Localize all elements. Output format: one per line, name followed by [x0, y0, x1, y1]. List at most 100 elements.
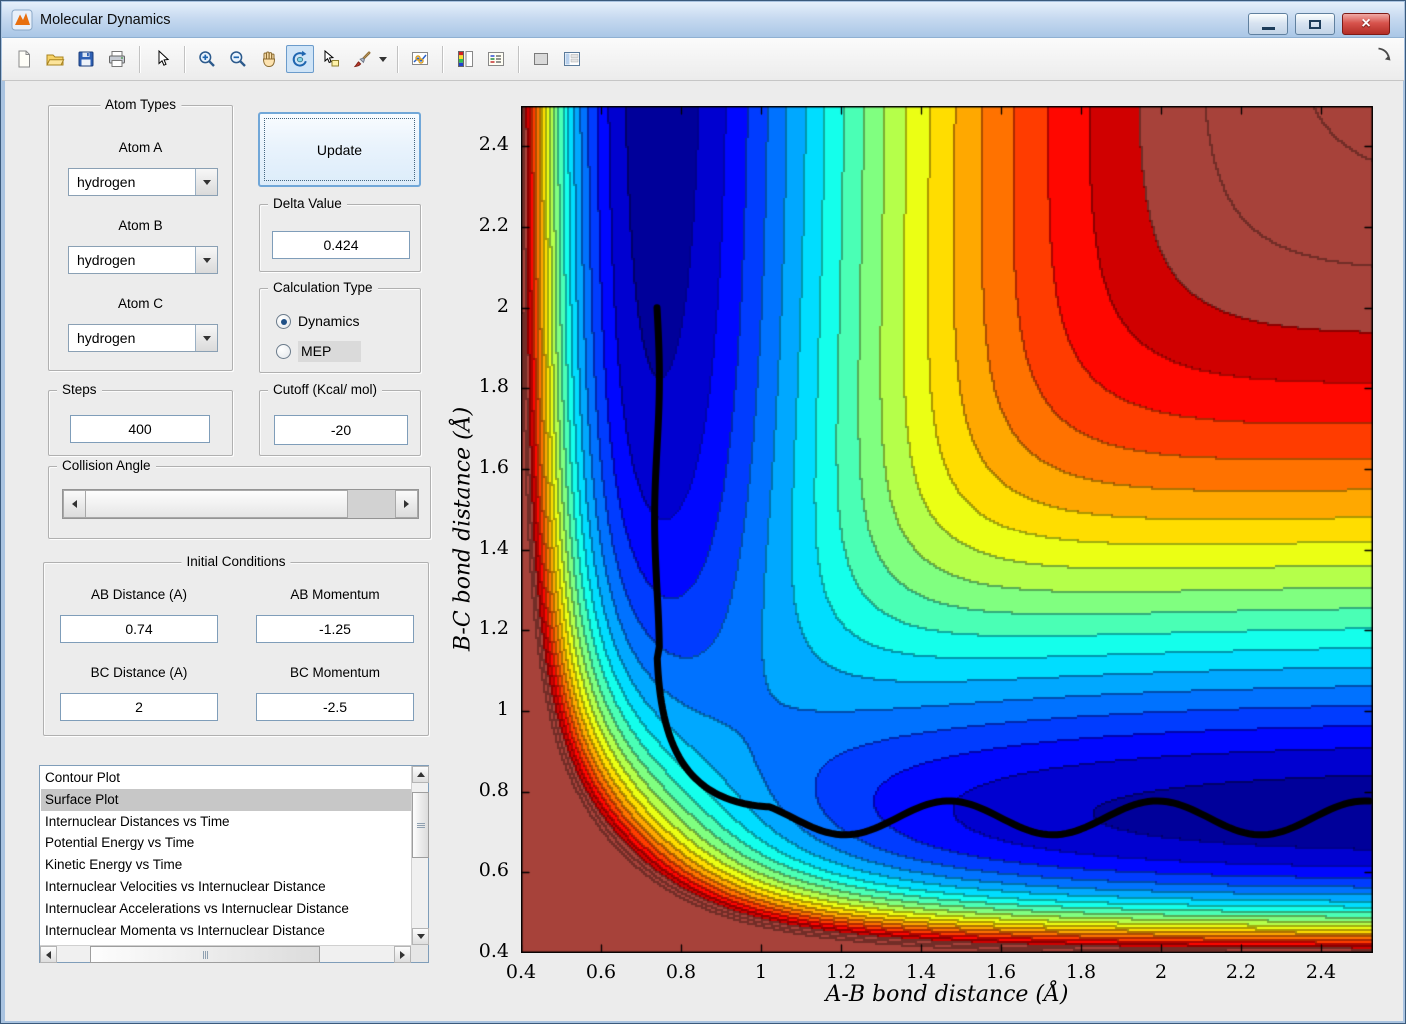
list-item[interactable]: Internuclear Distances vs Time — [41, 811, 411, 833]
steps-panel: Steps — [48, 382, 233, 456]
insert-legend-button[interactable] — [482, 45, 510, 73]
x-tick-label: 2.2 — [1225, 961, 1257, 983]
new-figure-button[interactable] — [10, 45, 38, 73]
insert-colorbar-button[interactable] — [451, 45, 479, 73]
list-item-selected[interactable]: Surface Plot — [41, 788, 411, 811]
plot-type-listbox: Contour Plot Surface Plot Internuclear D… — [39, 765, 429, 963]
zoom-out-button[interactable] — [224, 45, 252, 73]
horizontal-scroll-thumb[interactable] — [90, 946, 320, 963]
vertical-scroll-thumb[interactable] — [412, 792, 429, 858]
maximize-button[interactable] — [1295, 13, 1335, 35]
atom-c-dropdown[interactable]: hydrogen — [68, 324, 218, 352]
new-document-icon — [18, 50, 30, 68]
vertical-scrollbar[interactable] — [411, 766, 429, 945]
brush-dropdown-button[interactable] — [376, 45, 389, 73]
list-item[interactable]: Contour Plot — [41, 767, 411, 789]
scrollbar-corner — [411, 945, 428, 962]
radio-unselected-icon — [276, 344, 291, 359]
radio-mep-label: MEP — [298, 341, 362, 362]
delta-value-title: Delta Value — [268, 196, 347, 211]
x-tick-label: 1.4 — [905, 961, 937, 983]
slider-right-arrow[interactable] — [395, 490, 418, 518]
pan-button[interactable] — [255, 45, 283, 73]
colorbar-icon — [458, 51, 473, 67]
arrow-right-icon — [400, 950, 405, 959]
edit-plot-button[interactable] — [148, 45, 176, 73]
atom-b-label: Atom B — [118, 218, 163, 233]
bc-momentum-field[interactable] — [256, 693, 414, 721]
x-tick-label: 1 — [754, 961, 768, 983]
atom-b-dropdown[interactable]: hydrogen — [68, 246, 218, 274]
hide-plot-tools-button[interactable] — [527, 45, 555, 73]
atom-types-title: Atom Types — [99, 97, 182, 112]
dropdown-button[interactable] — [195, 325, 217, 351]
matlab-app-icon — [11, 9, 33, 30]
x-tick-label: 1.6 — [985, 961, 1017, 983]
steps-title: Steps — [57, 382, 102, 397]
x-axis-label: A-B bond distance (Å) — [825, 982, 1069, 1007]
list-item[interactable]: Internuclear Momenta vs Internuclear Dis… — [41, 920, 411, 942]
chevron-down-icon — [202, 179, 211, 185]
show-plot-tools-button[interactable] — [558, 45, 586, 73]
ab-momentum-field[interactable] — [256, 615, 414, 643]
y-axis-label: B-C bond distance (Å) — [450, 406, 476, 652]
chevron-down-icon — [202, 335, 211, 341]
dock-figure-button[interactable] — [1375, 45, 1393, 68]
radio-dynamics[interactable]: Dynamics — [276, 313, 359, 329]
print-figure-button[interactable] — [103, 45, 131, 73]
minimize-button[interactable] — [1248, 13, 1288, 35]
list-item[interactable]: Internuclear Velocities vs Internuclear … — [41, 876, 411, 898]
update-button[interactable]: Update — [258, 112, 421, 187]
contour-plot-canvas[interactable] — [521, 106, 1373, 953]
link-plot-icon — [412, 52, 428, 65]
dock-arrow-icon — [1378, 47, 1391, 61]
rotate-3d-icon — [292, 50, 307, 67]
save-figure-button[interactable] — [72, 45, 100, 73]
link-plot-button[interactable] — [406, 45, 434, 73]
atom-a-value: hydrogen — [77, 174, 136, 190]
list-item[interactable]: Internuclear Accelerations vs Internucle… — [41, 898, 411, 920]
x-tick-label: 2.4 — [1305, 961, 1337, 983]
slider-thumb[interactable] — [86, 490, 348, 518]
scroll-left-button[interactable] — [40, 946, 57, 963]
scroll-down-button[interactable] — [412, 928, 429, 945]
atom-a-label: Atom A — [118, 140, 163, 155]
data-cursor-button[interactable] — [317, 45, 345, 73]
dropdown-button[interactable] — [195, 169, 217, 195]
cutoff-panel: Cutoff (Kcal/ mol) — [259, 382, 421, 456]
cutoff-field[interactable] — [274, 415, 408, 445]
x-tick-label: 0.6 — [585, 961, 617, 983]
ab-distance-field[interactable] — [60, 615, 218, 643]
horizontal-scrollbar[interactable] — [40, 945, 411, 963]
open-file-button[interactable] — [41, 45, 69, 73]
collision-angle-slider[interactable] — [62, 489, 419, 519]
maximize-icon — [1309, 19, 1321, 29]
atom-a-dropdown[interactable]: hydrogen — [68, 168, 218, 196]
collision-angle-panel: Collision Angle — [48, 458, 431, 539]
rotate-3d-button[interactable] — [286, 45, 314, 73]
scroll-up-button[interactable] — [412, 766, 429, 783]
steps-field[interactable] — [70, 415, 210, 443]
slider-left-arrow[interactable] — [63, 490, 86, 518]
list-item[interactable]: Potential Energy vs Time — [41, 832, 411, 854]
atom-b-value: hydrogen — [77, 252, 136, 268]
x-tick-label: 0.8 — [665, 961, 697, 983]
scroll-right-button[interactable] — [394, 946, 411, 963]
x-tick-label: 0.4 — [505, 961, 537, 983]
collision-angle-title: Collision Angle — [57, 458, 156, 473]
x-tick-label: 1.2 — [825, 961, 857, 983]
atom-types-panel: Atom Types Atom A hydrogen Atom B hydrog… — [48, 97, 233, 371]
delta-value-field[interactable] — [272, 231, 410, 259]
slider-track[interactable] — [348, 490, 395, 518]
x-tick-label: 1.8 — [1065, 961, 1097, 983]
x-tick-label: 2 — [1154, 961, 1168, 983]
y-tick-label: 2.2 — [478, 214, 509, 236]
dropdown-button[interactable] — [195, 247, 217, 273]
radio-mep[interactable]: MEP — [276, 341, 362, 362]
list-item[interactable]: Kinetic Energy vs Time — [41, 854, 411, 876]
title-bar: Molecular Dynamics × — [2, 2, 1404, 38]
close-button[interactable]: × — [1342, 13, 1390, 35]
bc-distance-field[interactable] — [60, 693, 218, 721]
zoom-in-button[interactable] — [193, 45, 221, 73]
brush-button[interactable] — [348, 45, 376, 73]
